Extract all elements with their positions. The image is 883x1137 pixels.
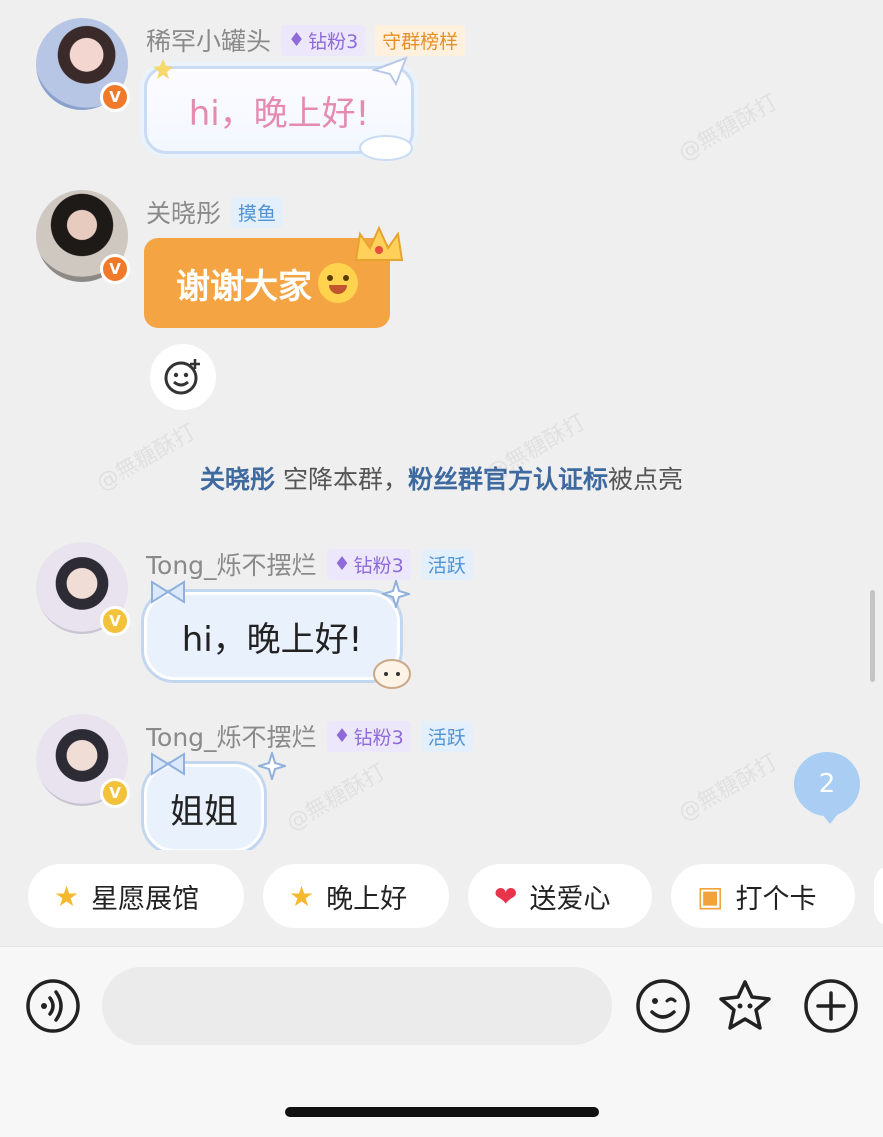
quick-reply-chip[interactable]: ▣ 打个卡: [671, 864, 855, 928]
group-title-badge: 摸鱼: [231, 196, 284, 228]
quick-reply-chip[interactable]: ❤ 送爱心: [468, 864, 652, 928]
calendar-icon: ▣: [697, 879, 724, 913]
username: Tong_烁不摆烂: [146, 551, 317, 580]
verified-badge-icon: V: [100, 82, 130, 112]
bow-icon: [151, 580, 185, 604]
emoji-icon[interactable]: [634, 977, 692, 1035]
bow-icon: [151, 752, 185, 776]
crown-icon: [354, 225, 404, 261]
fan-level-badge: ♦ 钻粉3: [326, 720, 411, 752]
plus-icon[interactable]: [802, 977, 860, 1035]
username: 关晓彤: [146, 199, 222, 228]
diamond-icon: ♦: [288, 29, 306, 51]
message-input[interactable]: [102, 967, 612, 1045]
add-reaction-button[interactable]: [150, 344, 216, 410]
input-bar: [0, 946, 883, 1137]
emoji-add-icon: [164, 359, 200, 395]
chat-message: V 稀罕小罐头 ♦ 钻粉3 守群榜样 hi，晚上好!: [36, 18, 876, 168]
fan-level-badge: ♦ 钻粉3: [281, 24, 366, 56]
diamond-icon: ♦: [333, 553, 351, 575]
star-sticker-icon[interactable]: [716, 977, 774, 1035]
fan-level-badge: ♦ 钻粉3: [326, 548, 411, 580]
quick-reply-chip[interactable]: [874, 864, 883, 928]
cloud-icon: [359, 135, 413, 161]
username: 稀罕小罐头: [146, 27, 272, 56]
star-face-icon: ★: [289, 879, 315, 913]
guard-badge: 守群榜样: [375, 24, 466, 56]
quick-reply-chip[interactable]: ★ 星愿展馆: [28, 864, 244, 928]
chat-message: V 关晓彤 摸鱼 谢谢大家: [36, 190, 876, 340]
new-message-count-button[interactable]: 2: [794, 752, 860, 824]
diamond-icon: ♦: [333, 725, 351, 747]
avatar[interactable]: V: [36, 18, 130, 112]
home-indicator[interactable]: [285, 1107, 599, 1117]
notice-item-link[interactable]: 粉丝群官方认证标: [408, 465, 608, 494]
chat-message: V Tong_烁不摆烂 ♦ 钻粉3 活跃 hi，晚上好!: [36, 542, 876, 692]
verified-badge-icon: V: [100, 254, 130, 284]
chat-message: V Tong_烁不摆烂 ♦ 钻粉3 活跃 姐姐: [36, 714, 876, 850]
message-bubble[interactable]: 姐姐: [144, 764, 264, 850]
quick-reply-bar: ★ 星愿展馆 ★ 晚上好 ❤ 送爱心 ▣ 打个卡: [0, 864, 883, 932]
message-bubble[interactable]: hi，晚上好!: [144, 592, 400, 680]
paper-plane-icon: [372, 56, 408, 86]
system-notice: 关晓彤 空降本群，粉丝群官方认证标被点亮: [200, 465, 683, 494]
voice-input-icon[interactable]: [24, 977, 82, 1035]
quick-reply-chip[interactable]: ★ 晚上好: [263, 864, 449, 928]
notice-user-link[interactable]: 关晓彤: [200, 465, 275, 494]
heart-icon: ❤: [494, 879, 518, 913]
deer-sticker-icon: [373, 659, 411, 689]
verified-badge-icon: V: [100, 606, 130, 636]
smile-emoji-icon: [318, 263, 358, 303]
avatar[interactable]: V: [36, 542, 130, 636]
star-face-icon: ★: [54, 879, 80, 913]
avatar[interactable]: V: [36, 190, 130, 284]
star-icon: [153, 59, 173, 79]
active-badge: 活跃: [420, 548, 473, 580]
scrollbar[interactable]: [870, 590, 875, 682]
active-badge: 活跃: [420, 720, 473, 752]
avatar[interactable]: V: [36, 714, 130, 808]
sparkle-icon: [258, 752, 286, 780]
username: Tong_烁不摆烂: [146, 723, 317, 752]
sparkle-icon: [382, 580, 410, 608]
verified-badge-icon: V: [100, 778, 130, 808]
